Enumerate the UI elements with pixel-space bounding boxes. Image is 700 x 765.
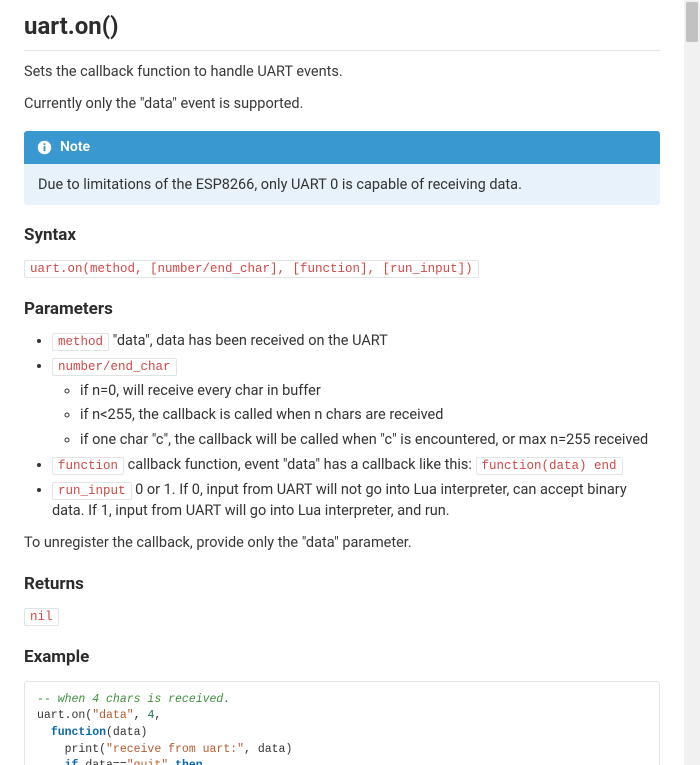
parameters-list: method "data", data has been received on… bbox=[24, 330, 660, 522]
example-heading: Example bbox=[24, 645, 660, 671]
doc-content: uart.on() Sets the callback function to … bbox=[0, 8, 684, 765]
param-runinput-code: run_input bbox=[52, 482, 132, 500]
param-numend-code: number/end_char bbox=[52, 358, 177, 376]
note-admonition: Note Due to limitations of the ESP8266, … bbox=[24, 131, 660, 206]
param-method-code: method bbox=[52, 333, 109, 351]
example-code-block: -- when 4 chars is received. uart.on("da… bbox=[24, 681, 660, 765]
note-title-bar: Note bbox=[24, 131, 660, 164]
list-item: run_input 0 or 1. If 0, input from UART … bbox=[52, 479, 660, 523]
list-item: if n<255, the callback is called when n … bbox=[80, 404, 660, 426]
scrollbar-thumb[interactable] bbox=[686, 2, 698, 42]
param-function-desc: callback function, event "data" has a ca… bbox=[124, 456, 476, 473]
info-icon bbox=[36, 139, 52, 155]
parameters-heading: Parameters bbox=[24, 297, 660, 323]
param-function-tailcode: function(data) end bbox=[476, 457, 623, 475]
list-item: if n=0, will receive every char in buffe… bbox=[80, 380, 660, 402]
list-item: function callback function, event "data"… bbox=[52, 454, 660, 476]
syntax-code: uart.on(method, [number/end_char], [func… bbox=[24, 260, 479, 278]
scrollbar-track[interactable] bbox=[684, 0, 700, 765]
syntax-heading: Syntax bbox=[24, 223, 660, 249]
intro-paragraph-1: Sets the callback function to handle UAR… bbox=[24, 61, 660, 83]
param-function-code: function bbox=[52, 457, 124, 475]
returns-code: nil bbox=[24, 608, 59, 626]
param-method-desc: "data", data has been received on the UA… bbox=[109, 332, 388, 349]
note-label: Note bbox=[60, 137, 90, 158]
unregister-note: To unregister the callback, provide only… bbox=[24, 532, 660, 554]
parameters-sublist: if n=0, will receive every char in buffe… bbox=[52, 380, 660, 451]
list-item: number/end_char if n=0, will receive eve… bbox=[52, 355, 660, 451]
list-item: if one char "c", the callback will be ca… bbox=[80, 429, 660, 451]
note-body: Due to limitations of the ESP8266, only … bbox=[24, 164, 660, 206]
intro-paragraph-2: Currently only the "data" event is suppo… bbox=[24, 93, 660, 115]
returns-heading: Returns bbox=[24, 572, 660, 598]
list-item: method "data", data has been received on… bbox=[52, 330, 660, 352]
page-title: uart.on() bbox=[24, 8, 660, 51]
param-runinput-desc: 0 or 1. If 0, input from UART will not g… bbox=[52, 481, 627, 520]
